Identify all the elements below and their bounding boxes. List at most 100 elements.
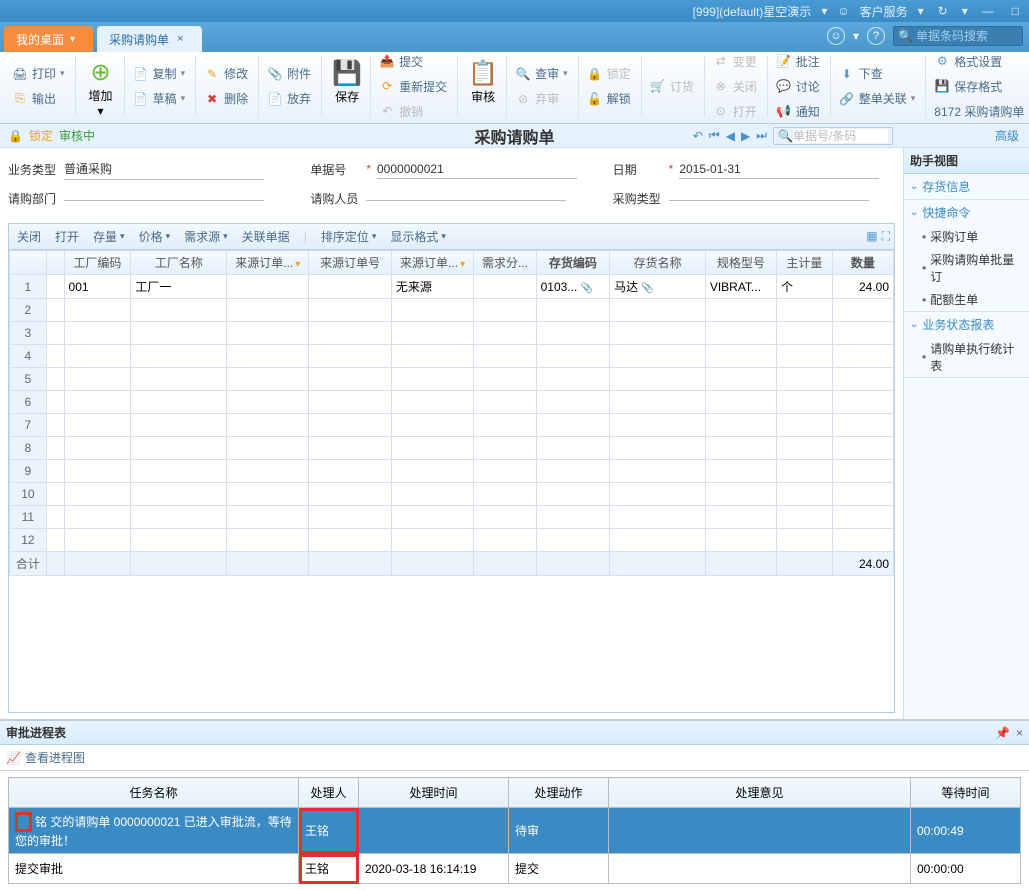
format-button[interactable]: ⚙格式设置 [932, 52, 1026, 71]
grid-display-button[interactable]: 显示格式▾ [390, 228, 446, 245]
table-row[interactable]: 10 [10, 483, 894, 506]
grid-expand-icon[interactable]: ⛶ [882, 229, 890, 244]
table-row[interactable]: 1001工厂一无来源0103... 📎马达 📎VIBRAT...个24.00 [10, 275, 894, 299]
grid-open-button[interactable]: 打开 [55, 228, 79, 245]
refresh-icon[interactable]: ↻ [934, 4, 952, 18]
formatcode-label[interactable]: 8172 采购请购单 [932, 102, 1026, 121]
open-button[interactable]: ⊙打开 [711, 102, 759, 121]
grid-related-button[interactable]: 关联单据 [242, 228, 290, 245]
col-inv-name[interactable]: 存货名称 [610, 251, 706, 275]
report-item[interactable]: •请购单执行统计表 [904, 337, 1029, 377]
delete-button[interactable]: ✖删除 [202, 89, 250, 108]
first-icon[interactable]: ⏮ [709, 128, 720, 143]
approval-table[interactable]: 任务名称 处理人 处理时间 处理动作 处理意见 等待时间 铭 交的请购单 000… [8, 777, 1021, 884]
print-button[interactable]: 🖨打印▾ [10, 64, 67, 83]
col-source-no[interactable]: 来源订单号 [309, 251, 391, 275]
adjust-button[interactable]: 🔗整单关联▾ [837, 89, 918, 108]
audit-button[interactable]: 📋 审核 [460, 56, 507, 116]
section-shortcuts[interactable]: ⌄快捷命令 [904, 200, 1029, 225]
dropdown-icon[interactable]: ▾ [853, 29, 859, 43]
table-row[interactable]: 9 [10, 460, 894, 483]
table-row[interactable]: 提交审批 王铭 2020-03-18 16:14:19 提交 00:00:00 [9, 854, 1021, 884]
table-row[interactable]: 4 [10, 345, 894, 368]
shortcut-item[interactable]: •配额生单 [904, 288, 1029, 311]
abandon-button[interactable]: ⊘弃审 [513, 89, 570, 108]
last-icon[interactable]: ⏭ [756, 128, 767, 143]
minimize-button[interactable]: — [978, 4, 998, 18]
dropdown-icon[interactable]: ▾ [821, 4, 827, 18]
section-reports[interactable]: ⌄业务状态报表 [904, 312, 1029, 337]
col-source-line[interactable]: 来源订单... [400, 256, 458, 270]
global-search[interactable]: 🔍 [893, 26, 1023, 46]
modify-button[interactable]: ✎修改 [202, 64, 250, 83]
shortcut-item[interactable]: •采购请购单批量订 [904, 248, 1029, 288]
date-value[interactable]: 2015-01-31 [679, 160, 879, 179]
save-button[interactable]: 💾 保存 [324, 56, 371, 116]
table-row[interactable]: 8 [10, 437, 894, 460]
purchase-type-value[interactable] [669, 196, 869, 201]
download-button[interactable]: ⬇下查 [837, 64, 918, 83]
grid-stock-button[interactable]: 存量▾ [93, 228, 125, 245]
revoke-button[interactable]: ↶撤销 [377, 102, 449, 121]
prev-icon[interactable]: ◀ [726, 129, 735, 143]
grid-price-button[interactable]: 价格▾ [139, 228, 171, 245]
col-factory-code[interactable]: 工厂编码 [64, 251, 131, 275]
resubmit-button[interactable]: ⟳重新提交 [377, 77, 449, 96]
next-icon[interactable]: ▶ [741, 129, 750, 143]
doc-no-value[interactable]: 0000000021 [377, 160, 577, 179]
maximize-button[interactable]: □ [1008, 4, 1023, 18]
draft-button[interactable]: 📄草稿▾ [131, 89, 188, 108]
lock-button[interactable]: 🔒锁定 [585, 64, 633, 83]
col-uom[interactable]: 主计量 [777, 251, 833, 275]
discuss-button[interactable]: 💬讨论 [774, 77, 822, 96]
grid-close-button[interactable]: 关闭 [17, 228, 41, 245]
table-row[interactable]: 7 [10, 414, 894, 437]
section-inventory[interactable]: ⌄存货信息 [904, 174, 1029, 199]
tab-desktop[interactable]: 我的桌面 ▾ [4, 26, 93, 52]
grid-config-icon[interactable]: ▦ [866, 229, 877, 244]
dropdown-icon[interactable]: ▾ [70, 34, 75, 45]
dept-value[interactable] [64, 196, 264, 201]
table-row[interactable]: 5 [10, 368, 894, 391]
close-button[interactable]: ⊗关闭 [711, 77, 759, 96]
table-row[interactable]: 12 [10, 529, 894, 552]
saveformat-button[interactable]: 💾保存格式 [932, 77, 1026, 96]
col-inv-code[interactable]: 存货编码 [536, 251, 609, 275]
notify-button[interactable]: 📢通知 [774, 102, 822, 121]
col-source-order[interactable]: 来源订单... [235, 256, 293, 270]
grid-sort-button[interactable]: 排序定位▾ [321, 228, 377, 245]
table-row[interactable]: 6 [10, 391, 894, 414]
approve-button[interactable]: 📝批注 [774, 52, 822, 71]
search-input[interactable] [916, 29, 1018, 43]
person-value[interactable] [366, 196, 566, 201]
order-button[interactable]: 🛒订货 [648, 77, 696, 96]
discard-button[interactable]: 📄放弃 [265, 89, 313, 108]
close-icon[interactable]: × [177, 33, 183, 45]
data-table[interactable]: 工厂编码 工厂名称 来源订单...▾ 来源订单号 来源订单...▾ 需求分...… [9, 250, 894, 576]
add-button[interactable]: ⊕ 增加 ▾ [78, 56, 125, 116]
unlock-button[interactable]: 🔓解锁 [585, 89, 633, 108]
dropdown-icon[interactable]: ▾ [962, 4, 968, 18]
table-row[interactable]: 3 [10, 322, 894, 345]
table-row[interactable]: 11 [10, 506, 894, 529]
help-icon[interactable]: ? [867, 27, 885, 45]
col-demand[interactable]: 需求分... [474, 251, 536, 275]
doc-search-input[interactable] [793, 129, 888, 143]
col-qty[interactable]: 数量 [832, 251, 893, 275]
undo-icon[interactable]: ↶ [693, 129, 703, 143]
shortcut-item[interactable]: •采购订单 [904, 225, 1029, 248]
advanced-link[interactable]: 高级 [995, 127, 1019, 144]
col-spec[interactable]: 规格型号 [705, 251, 776, 275]
view-process-button[interactable]: 📈查看进程图 [6, 749, 85, 766]
submit-button[interactable]: 📤提交 [377, 52, 449, 71]
output-button[interactable]: ⎘输出 [10, 89, 67, 108]
review-button[interactable]: 🔍查审▾ [513, 64, 570, 83]
tab-purchase-request[interactable]: 采购请购单 × [97, 26, 201, 52]
pin-icon[interactable]: 📌 [995, 726, 1010, 740]
service-label[interactable]: 客户服务 [860, 3, 908, 20]
biz-type-value[interactable]: 普通采购 [64, 158, 264, 180]
attach-button[interactable]: 📎附件 [265, 64, 313, 83]
close-icon[interactable]: × [1016, 726, 1023, 740]
change-button[interactable]: ⇄变更 [711, 52, 759, 71]
col-factory-name[interactable]: 工厂名称 [131, 251, 227, 275]
